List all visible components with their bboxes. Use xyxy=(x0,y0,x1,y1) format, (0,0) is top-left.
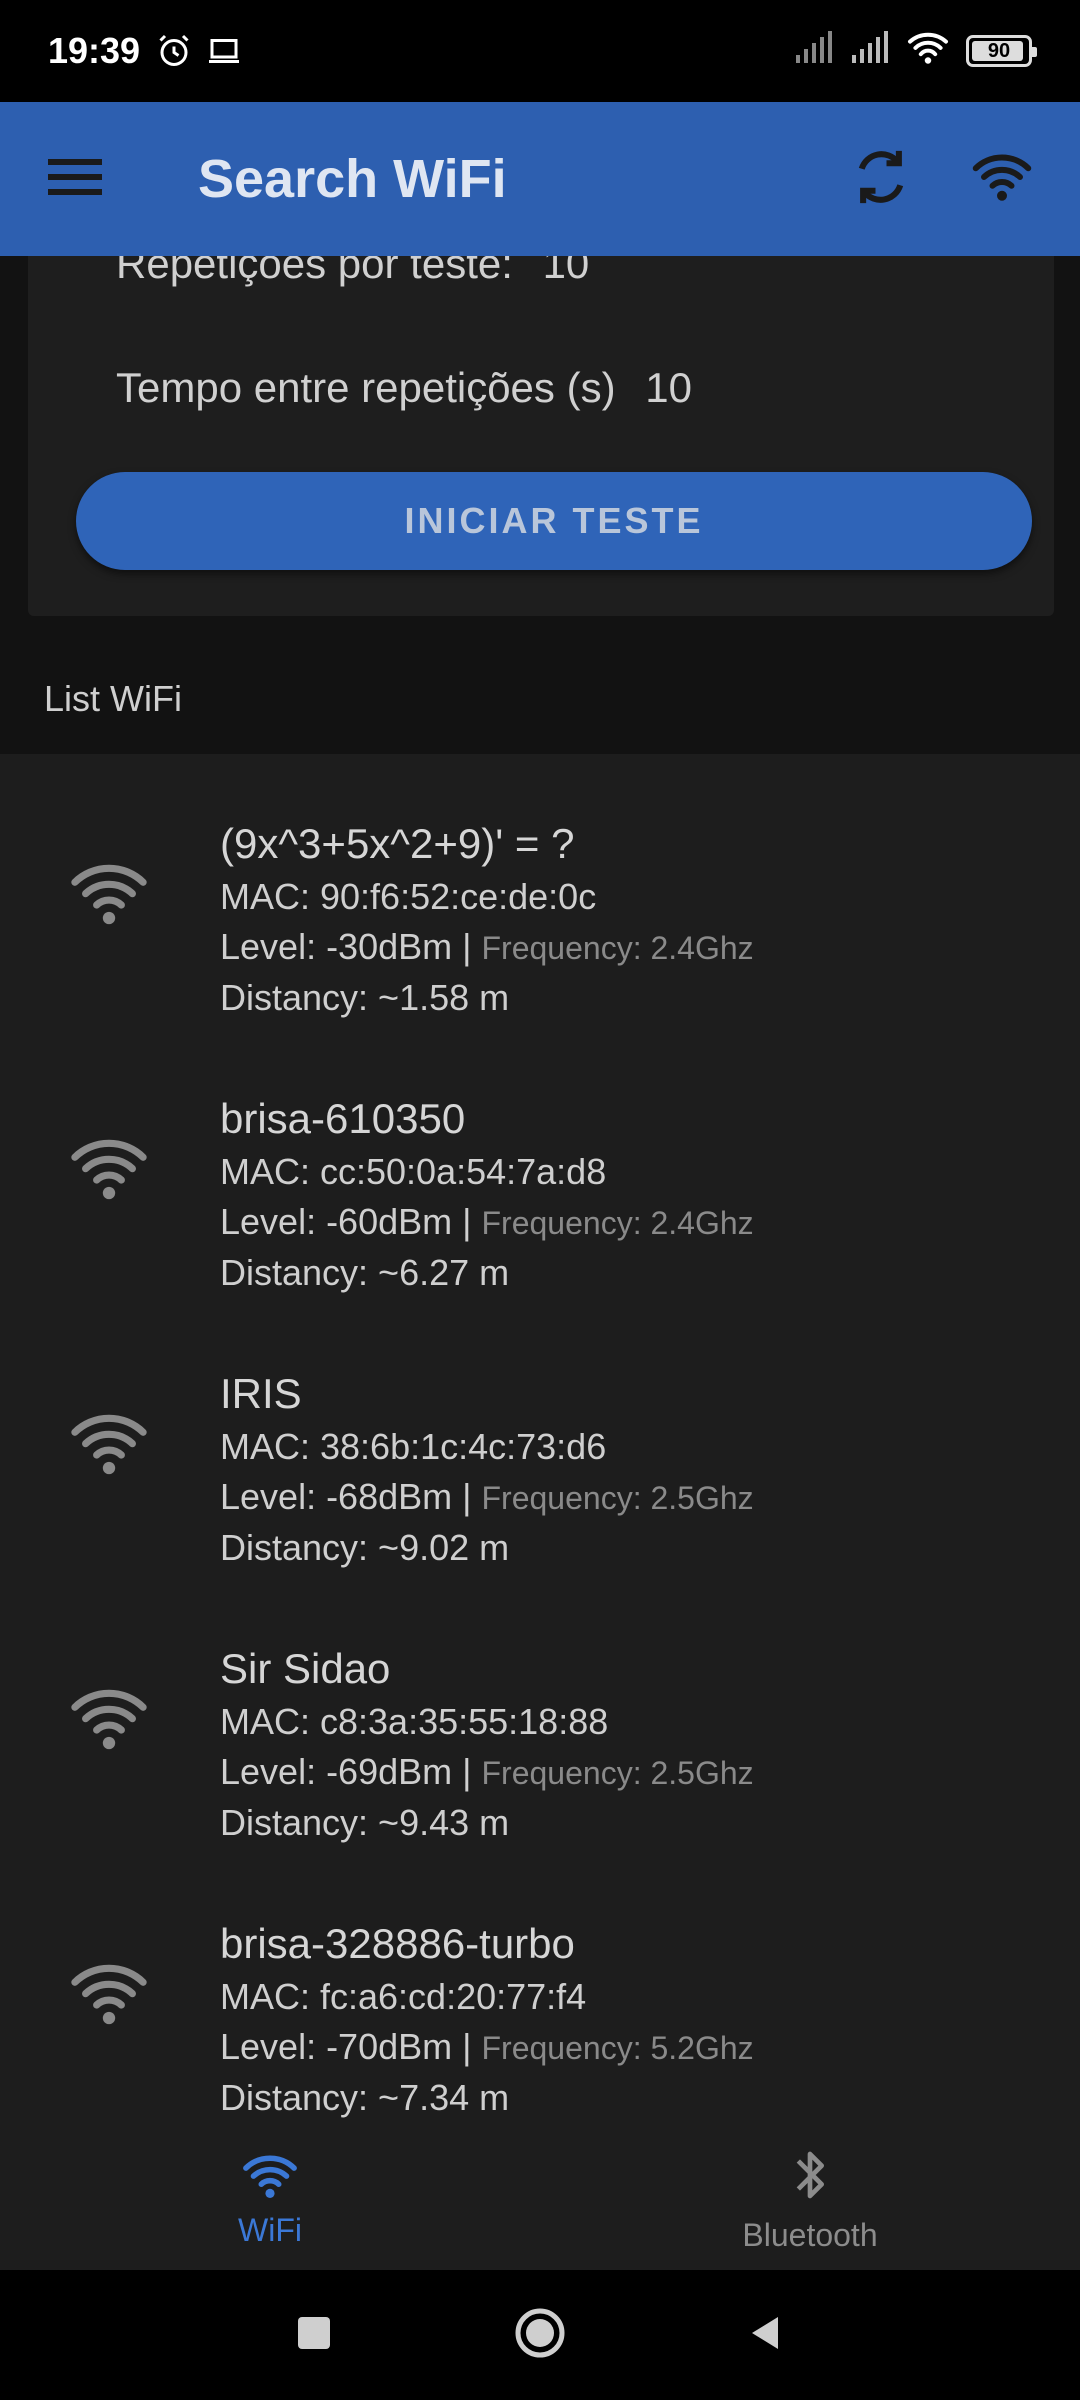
wifi-signal-icon xyxy=(70,1029,148,1304)
frequency-value: Frequency: 2.5Ghz xyxy=(481,1755,754,1791)
frequency-value: Frequency: 2.4Ghz xyxy=(481,1205,754,1241)
list-item[interactable]: brisa-610350 MAC: cc:50:0a:54:7a:d8 Leve… xyxy=(0,1029,1080,1304)
frequency-value: Frequency: 2.4Ghz xyxy=(481,930,754,966)
back-icon[interactable] xyxy=(746,2313,786,2358)
network-mac: MAC: 38:6b:1c:4c:73:d6 xyxy=(220,1426,607,1467)
level-value: Level: -69dBm | xyxy=(220,1751,472,1792)
list-item[interactable]: brisa-328886-turbo MAC: fc:a6:cd:20:77:f… xyxy=(0,1854,1080,2129)
level-value: Level: -70dBm | xyxy=(220,2026,472,2067)
network-mac: MAC: 90:f6:52:ce:de:0c xyxy=(220,876,597,917)
status-time: 19:39 xyxy=(48,30,141,71)
network-level: Level: -70dBm | Frequency: 5.2Ghz xyxy=(220,2022,754,2073)
level-value: Level: -30dBm | xyxy=(220,926,472,967)
network-ssid: brisa-328886-turbo xyxy=(220,1920,575,1967)
laptop-icon xyxy=(206,33,242,69)
wifi-list: (9x^3+5x^2+9)' = ? MAC: 90:f6:52:ce:de:0… xyxy=(0,754,1080,2130)
network-level: Level: -69dBm | Frequency: 2.5Ghz xyxy=(220,1747,754,1798)
wifi-signal-icon xyxy=(70,1304,148,1579)
interval-label: Tempo entre repetições (s) xyxy=(116,364,616,411)
network-distance: Distancy: ~9.02 m xyxy=(220,1527,510,1568)
nav-bluetooth-label: Bluetooth xyxy=(742,2216,878,2253)
system-navigation-bar xyxy=(0,2270,1080,2400)
wifi-status-icon xyxy=(906,29,950,74)
refresh-icon[interactable] xyxy=(848,144,914,215)
start-test-button[interactable]: INICIAR TESTE xyxy=(76,472,1032,570)
battery-icon: 90 xyxy=(966,35,1037,67)
nav-wifi[interactable]: WiFi xyxy=(0,2130,540,2270)
bottom-navigation: WiFi Bluetooth xyxy=(0,2130,1080,2270)
network-mac: MAC: c8:3a:35:55:18:88 xyxy=(220,1701,609,1742)
network-mac: MAC: fc:a6:cd:20:77:f4 xyxy=(220,1976,587,2017)
wifi-signal-icon xyxy=(70,1854,148,2129)
nav-bluetooth[interactable]: Bluetooth xyxy=(540,2130,1080,2270)
bluetooth-icon xyxy=(787,2147,833,2211)
alarm-icon xyxy=(156,33,192,69)
menu-icon[interactable] xyxy=(48,157,102,202)
network-distance: Distancy: ~1.58 m xyxy=(220,977,510,1018)
recents-icon[interactable] xyxy=(294,2313,334,2358)
network-ssid: Sir Sidao xyxy=(220,1645,391,1692)
interval-value[interactable]: 10 xyxy=(645,364,692,411)
status-bar: 19:39 90 xyxy=(0,0,1080,102)
cell-signal-icon xyxy=(794,30,834,72)
interval-row: Tempo entre repetições (s) 10 xyxy=(116,364,692,412)
app-title: Search WiFi xyxy=(198,149,507,209)
app-bar: Search WiFi xyxy=(0,102,1080,256)
frequency-value: Frequency: 2.5Ghz xyxy=(481,1480,754,1516)
level-value: Level: -68dBm | xyxy=(220,1476,472,1517)
wifi-scan-icon[interactable] xyxy=(972,149,1032,210)
network-ssid: IRIS xyxy=(220,1370,302,1417)
network-level: Level: -60dBm | Frequency: 2.4Ghz xyxy=(220,1197,754,1248)
wifi-icon xyxy=(242,2152,298,2206)
test-settings-card: Repetições por teste: 10 Tempo entre rep… xyxy=(28,240,1054,616)
network-distance: Distancy: ~6.27 m xyxy=(220,1252,510,1293)
frequency-value: Frequency: 5.2Ghz xyxy=(481,2030,754,2066)
nav-wifi-label: WiFi xyxy=(238,2211,302,2248)
battery-level: 90 xyxy=(987,39,1011,62)
wifi-signal-icon xyxy=(70,1579,148,1854)
network-ssid: brisa-610350 xyxy=(220,1095,466,1142)
network-level: Level: -68dBm | Frequency: 2.5Ghz xyxy=(220,1472,754,1523)
network-distance: Distancy: ~9.43 m xyxy=(220,1802,510,1843)
network-distance: Distancy: ~7.34 m xyxy=(220,2077,510,2118)
network-mac: MAC: cc:50:0a:54:7a:d8 xyxy=(220,1151,607,1192)
cell-signal-icon xyxy=(850,30,890,72)
list-wifi-title: List WiFi xyxy=(44,678,182,719)
list-item[interactable]: IRIS MAC: 38:6b:1c:4c:73:d6 Level: -68dB… xyxy=(0,1304,1080,1579)
list-item[interactable]: (9x^3+5x^2+9)' = ? MAC: 90:f6:52:ce:de:0… xyxy=(0,754,1080,1029)
list-item[interactable]: Sir Sidao MAC: c8:3a:35:55:18:88 Level: … xyxy=(0,1579,1080,1854)
level-value: Level: -60dBm | xyxy=(220,1201,472,1242)
home-icon[interactable] xyxy=(514,2307,566,2364)
network-level: Level: -30dBm | Frequency: 2.4Ghz xyxy=(220,922,754,973)
wifi-signal-icon xyxy=(70,754,148,1029)
network-ssid: (9x^3+5x^2+9)' = ? xyxy=(220,820,575,867)
